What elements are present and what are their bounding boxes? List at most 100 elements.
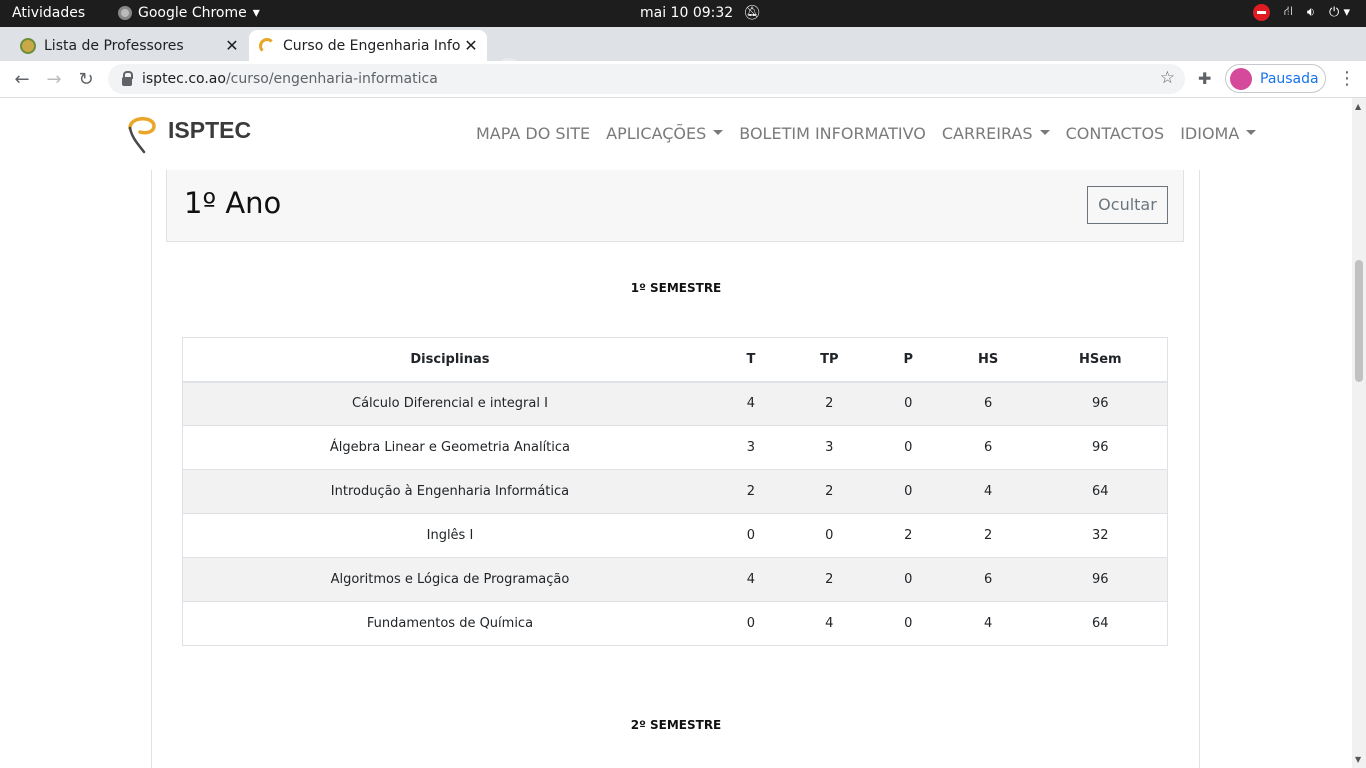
caret-down-icon	[1039, 130, 1050, 135]
page-viewport: ISPTEC MAPA DO SITE APLICAÇÕES BOLETIM I…	[0, 98, 1352, 768]
page-scrollbar[interactable]: ▲ ▼	[1352, 98, 1366, 768]
hide-button[interactable]: Ocultar	[1087, 186, 1168, 224]
bookmark-star-icon[interactable]: ☆	[1160, 68, 1175, 88]
scroll-up-icon[interactable]: ▲	[1355, 102, 1361, 111]
activities-button[interactable]: Atividades	[12, 5, 85, 21]
column-header: Disciplinas	[182, 337, 717, 383]
nav-label: CARREIRAS	[941, 124, 1033, 143]
caret-down-icon	[1246, 130, 1257, 135]
column-header: P	[873, 337, 943, 383]
table-cell: 0	[716, 513, 785, 558]
nav-boletim-informativo[interactable]: BOLETIM INFORMATIVO	[739, 124, 926, 143]
app-name: Google Chrome	[138, 5, 247, 21]
nav-label: CONTACTOS	[1065, 124, 1165, 143]
table-cell: 3	[716, 425, 785, 470]
table-cell: 6	[942, 557, 1034, 602]
table-cell: Álgebra Linear e Geometria Analítica	[182, 425, 717, 470]
semester-heading: 2º SEMESTRE	[630, 718, 722, 732]
caret-down-icon	[713, 130, 724, 135]
main-nav: MAPA DO SITE APLICAÇÕES BOLETIM INFORMAT…	[476, 124, 1257, 143]
table-row: Álgebra Linear e Geometria Analítica 3 3…	[182, 425, 1168, 470]
table-cell: 96	[1033, 381, 1168, 426]
chrome-icon	[118, 6, 132, 20]
table-cell: 4	[784, 601, 874, 646]
app-menu[interactable]: Google Chrome ▾	[118, 5, 260, 21]
volume-icon: 🔉︎	[1306, 5, 1316, 20]
site-logo-text[interactable]: ISPTEC	[168, 117, 251, 144]
network-icon: ⛙	[1283, 4, 1293, 19]
table-row: Algoritmos e Lógica de Programação 4 2 0…	[182, 557, 1168, 602]
column-header: T	[716, 337, 785, 383]
site-header: ISPTEC MAPA DO SITE APLICAÇÕES BOLETIM I…	[0, 98, 1352, 170]
tab-lista-de-professores[interactable]: Lista de Professores ✕	[10, 30, 248, 61]
nav-aplicacoes[interactable]: APLICAÇÕES	[606, 124, 724, 143]
table-row: Fundamentos de Química 0 4 0 4 64	[182, 601, 1168, 646]
address-bar[interactable]: isptec.co.ao/curso/engenharia-informatic…	[108, 64, 1185, 94]
url-path: /curso/engenharia-informatica	[225, 71, 438, 87]
more-menu-icon[interactable]: ⋮	[1338, 68, 1356, 89]
profile-button[interactable]: Pausada	[1225, 64, 1326, 93]
table-cell: Fundamentos de Química	[182, 601, 717, 646]
table-cell: 96	[1033, 557, 1168, 602]
system-tray[interactable]: ⛙ 🔉︎ ⏻ ▾	[1252, 4, 1350, 21]
semester-heading: 1º SEMESTRE	[630, 281, 722, 295]
column-header: TP	[784, 337, 874, 383]
table-cell: 0	[716, 601, 785, 646]
close-icon[interactable]: ✕	[461, 36, 481, 55]
back-icon[interactable]: ←	[9, 67, 35, 93]
table-cell: 6	[942, 381, 1034, 426]
table-cell: 2	[942, 513, 1034, 558]
table-cell: 4	[942, 469, 1034, 514]
table-cell: Algoritmos e Lógica de Programação	[182, 557, 717, 602]
nav-label: BOLETIM INFORMATIVO	[739, 124, 926, 143]
nav-mapa-do-site[interactable]: MAPA DO SITE	[476, 124, 590, 143]
lock-icon[interactable]	[122, 70, 133, 86]
table-cell: 2	[784, 381, 874, 426]
isptec-logo-icon[interactable]	[124, 114, 158, 154]
table-cell: 4	[716, 381, 785, 426]
table-row: Cálculo Diferencial e integral I 4 2 0 6…	[182, 381, 1168, 426]
reload-icon[interactable]: ↻	[73, 67, 99, 93]
table-cell: 2	[784, 469, 874, 514]
scroll-down-icon[interactable]: ▼	[1355, 755, 1361, 764]
table-cell: 0	[873, 557, 943, 602]
extensions-puzzle-icon[interactable]: ✚	[1198, 69, 1211, 88]
column-header: HS	[942, 337, 1034, 383]
system-top-bar: Atividades Google Chrome ▾ mai 10 09:32 …	[0, 0, 1366, 27]
isptec-favicon-icon	[259, 37, 275, 54]
nav-idioma[interactable]: IDIOMA	[1180, 124, 1257, 143]
power-icon: ⏻ ▾	[1329, 5, 1350, 20]
table-cell: 6	[942, 425, 1034, 470]
tab-curso-engenharia[interactable]: Curso de Engenharia Info ✕	[249, 30, 487, 61]
tab-strip: Lista de Professores ✕ Curso de Engenhar…	[0, 27, 1366, 86]
nav-label: MAPA DO SITE	[476, 124, 591, 143]
table-cell: 4	[942, 601, 1034, 646]
curriculum-table: Disciplinas T TP P HS HSem Cálculo Difer…	[182, 337, 1168, 646]
isptec-favicon-icon	[20, 37, 36, 54]
notifications-muted-icon: 🔕︎	[743, 5, 761, 21]
close-icon[interactable]: ✕	[222, 36, 242, 55]
table-cell: 32	[1033, 513, 1168, 558]
table-cell: 96	[1033, 425, 1168, 470]
clock[interactable]: mai 10 09:32 🔕︎	[640, 5, 761, 21]
table-cell: 64	[1033, 601, 1168, 646]
nav-carreiras[interactable]: CARREIRAS	[942, 124, 1050, 143]
column-header: HSem	[1033, 337, 1168, 383]
table-cell: 3	[784, 425, 874, 470]
year-card-header: 1º Ano Ocultar	[166, 170, 1184, 242]
table-cell: 0	[784, 513, 874, 558]
do-not-disturb-icon	[1252, 4, 1270, 21]
table-row: Inglês I 0 0 2 2 32	[182, 513, 1168, 558]
scrollbar-thumb[interactable]	[1355, 260, 1363, 382]
tab-title: Lista de Professores	[44, 37, 184, 54]
forward-icon[interactable]: →	[41, 67, 67, 93]
tab-title: Curso de Engenharia Info	[283, 37, 461, 54]
table-cell: Inglês I	[182, 513, 717, 558]
table-cell: 0	[873, 601, 943, 646]
table-cell: Cálculo Diferencial e integral I	[182, 381, 717, 426]
nav-contactos[interactable]: CONTACTOS	[1066, 124, 1165, 143]
clock-text: mai 10 09:32	[640, 5, 734, 21]
table-cell: 64	[1033, 469, 1168, 514]
nav-label: IDIOMA	[1180, 124, 1240, 143]
table-header-row: Disciplinas T TP P HS HSem	[182, 337, 1168, 383]
